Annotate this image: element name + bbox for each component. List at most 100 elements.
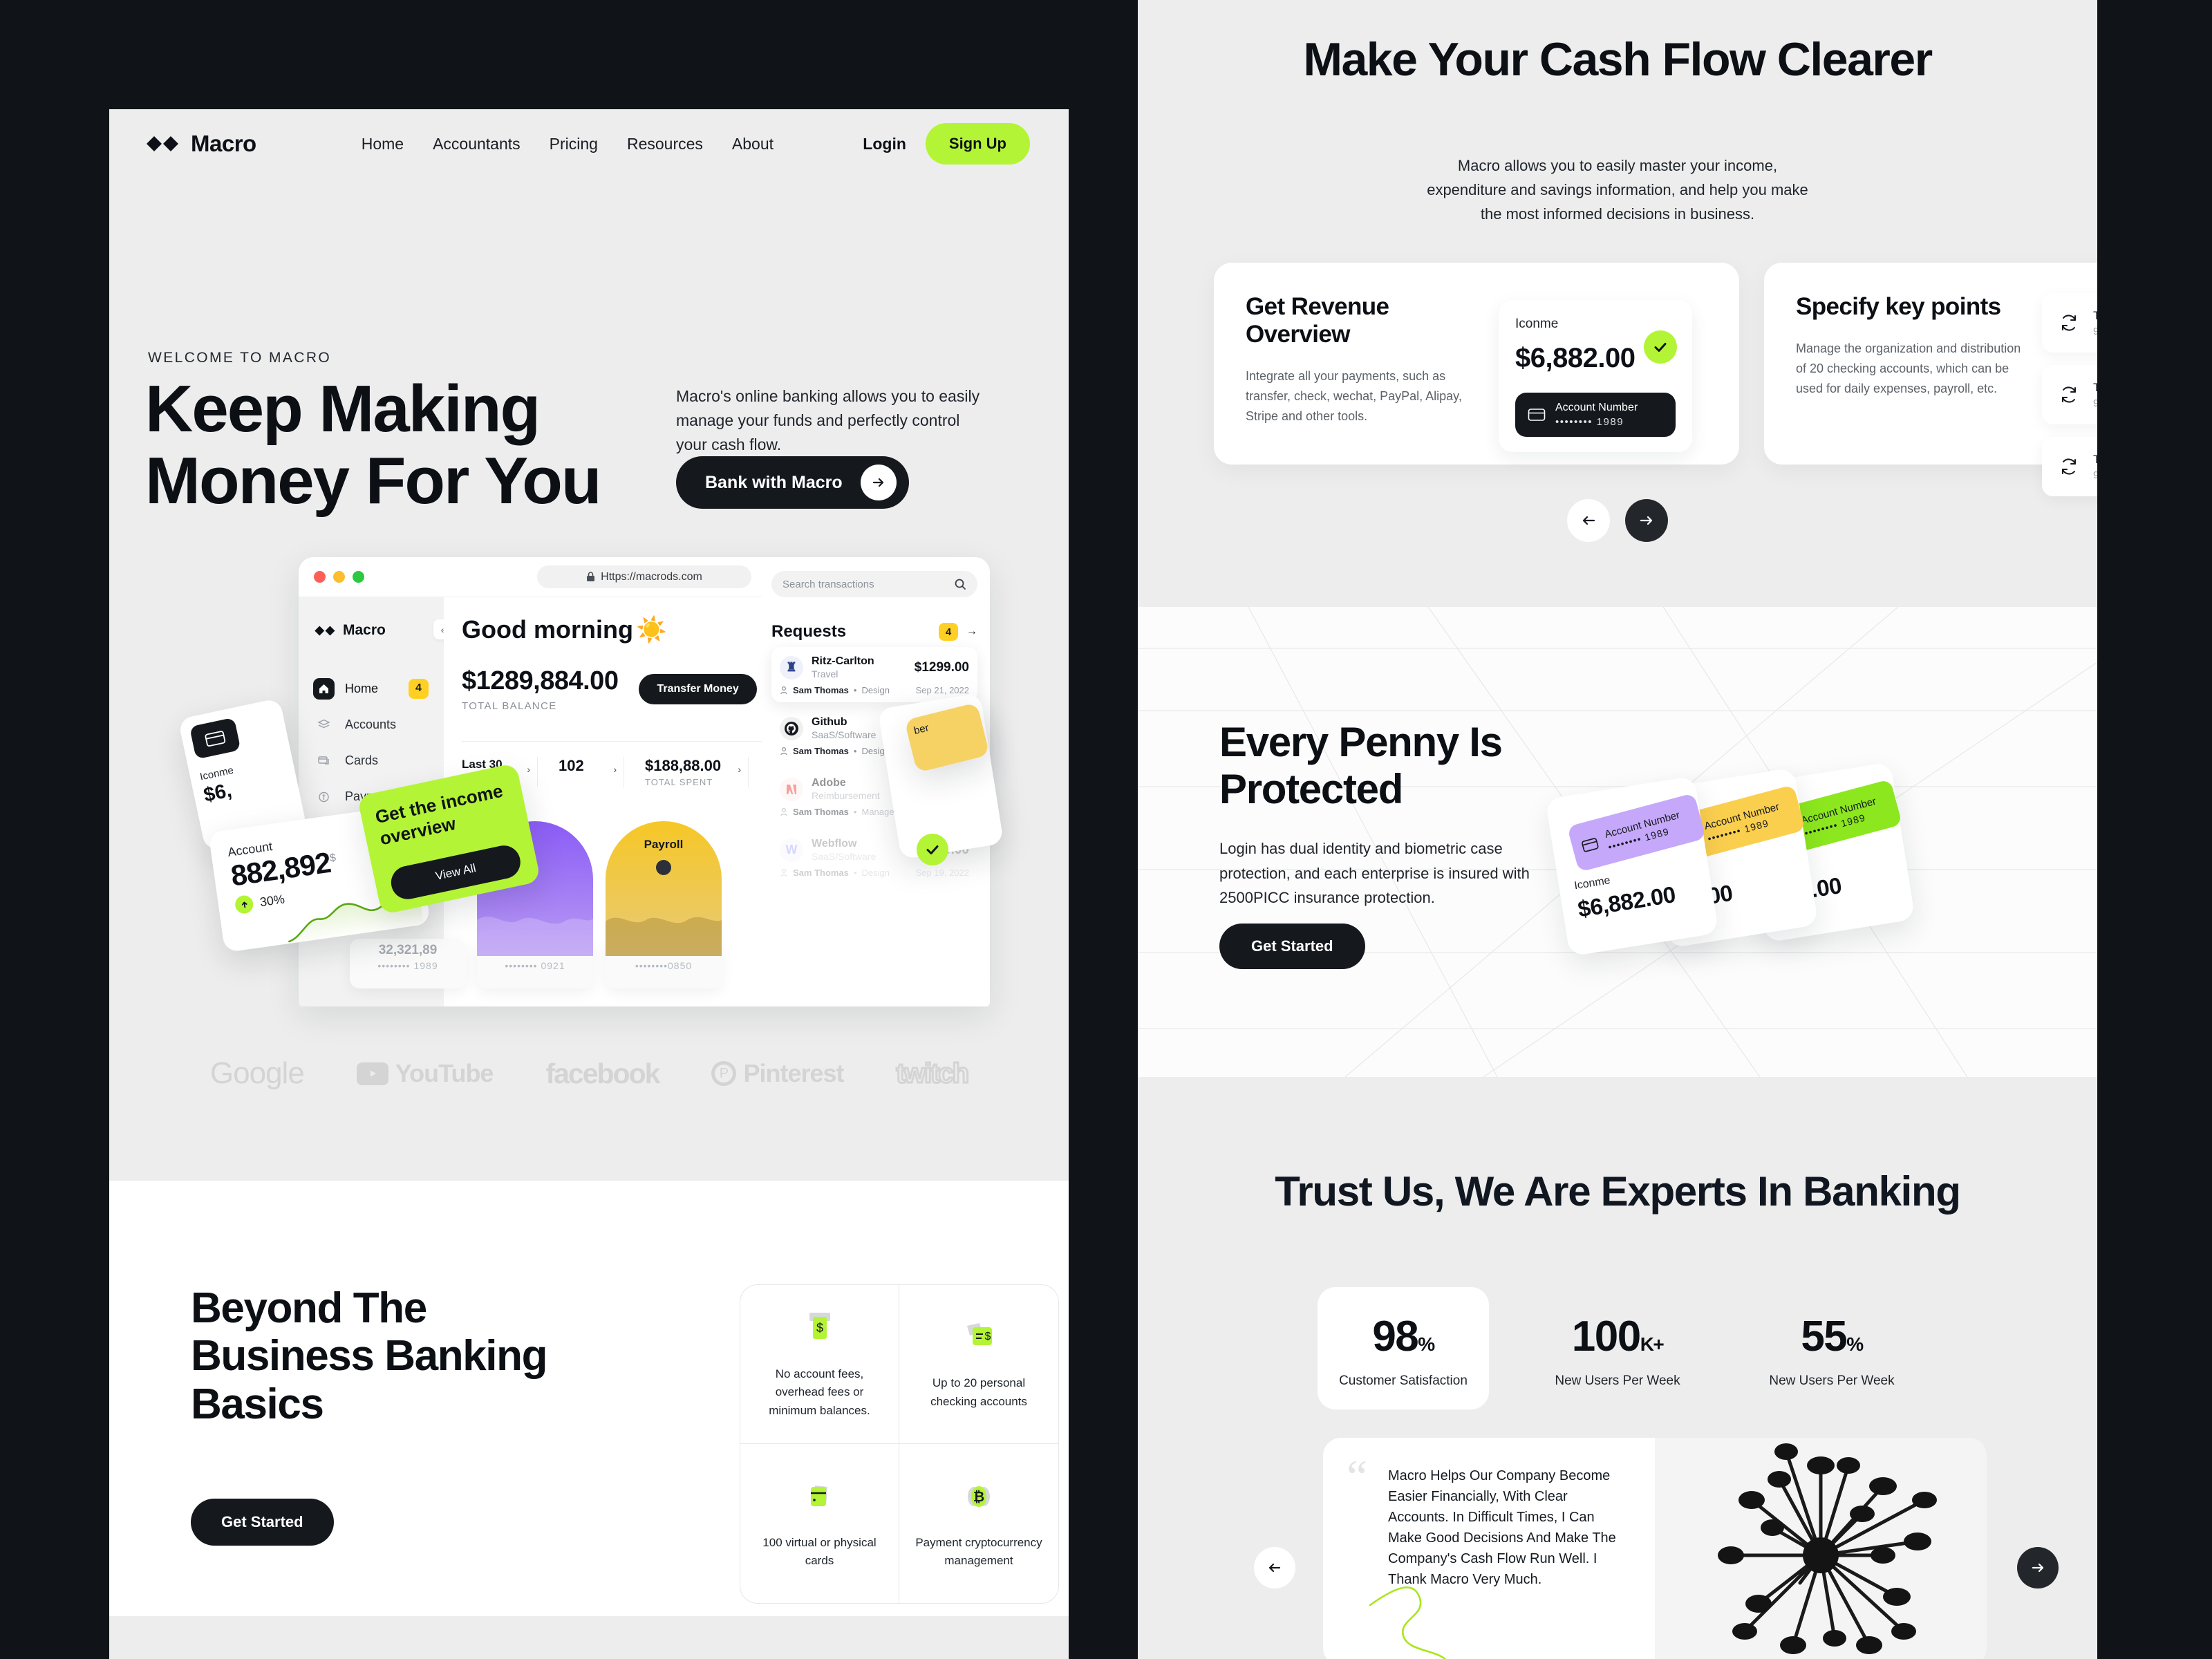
user-icon	[780, 686, 787, 695]
carousel-card-revenue[interactable]: Get Revenue Overview Integrate all your …	[1214, 263, 1739, 465]
macro-mark-icon	[147, 136, 178, 151]
carousel-next-button[interactable]	[1625, 499, 1668, 542]
pinterest-icon: P	[711, 1061, 737, 1086]
trust-stats: 98% Customer Satisfaction 100K+ New User…	[1318, 1287, 1918, 1409]
macro-mark-icon	[315, 626, 335, 635]
nav-item-resources[interactable]: Resources	[627, 135, 703, 153]
check-icon	[1644, 330, 1677, 364]
wave-icon	[606, 917, 722, 956]
transaction-role: Manager	[861, 807, 897, 817]
feature-text: Payment cryptocurrency management	[915, 1535, 1042, 1567]
feature-crypto: ₿ Payment cryptocurrency management	[899, 1444, 1058, 1603]
transaction-person: Sam Thomas	[793, 685, 849, 695]
url-bar[interactable]: Https://macrods.com	[537, 565, 751, 588]
close-dot-icon[interactable]	[314, 571, 326, 583]
requests-header: Requests 4 →	[771, 622, 977, 641]
keypoint-label: T	[2093, 452, 2097, 466]
protected-body: Login has dual identity and biometric ca…	[1219, 840, 1530, 907]
pie-chart-icon	[656, 860, 671, 875]
payments-icon	[313, 786, 335, 807]
sidebar-item-home[interactable]: Home 4	[299, 671, 444, 706]
brand-name: Macro	[191, 131, 256, 156]
account-mini-card: Iconme $6,882.00 Account Number ••••••••…	[1499, 300, 1692, 452]
arrow-right-icon[interactable]: →	[966, 626, 977, 638]
testimonial-text: Macro Helps Our Company Become Easier Fi…	[1388, 1468, 1616, 1587]
keypoint-number: 9	[2093, 397, 2097, 409]
account-number-strip: Account Number •••••••• 1989	[1515, 393, 1676, 437]
promo-text: Get the income overview	[373, 780, 505, 850]
card-body: Integrate all your payments, such as tra…	[1246, 369, 1462, 423]
testimonial-card: “ Macro Helps Our Company Become Easier …	[1323, 1438, 1987, 1659]
payroll-arch-graphic: Payroll	[606, 821, 722, 956]
feature-virtual-cards: 100 virtual or physical cards	[740, 1444, 899, 1603]
hero-cta-label: Bank with Macro	[705, 472, 843, 492]
testimonial-image	[1655, 1438, 1987, 1659]
google-logo: Google	[209, 1056, 305, 1090]
chevron-right-icon: ›	[613, 764, 617, 775]
sidebar-item-label: Accounts	[345, 717, 397, 731]
refresh-icon	[2062, 315, 2076, 331]
feature-text: No account fees, overhead fees or minimu…	[769, 1367, 870, 1417]
account-number: •••••••• 1989	[377, 960, 438, 971]
keypoint-label: T	[2093, 308, 2097, 322]
minimize-dot-icon[interactable]	[333, 571, 345, 583]
feature-checking-accounts: $ Up to 20 personal checking accounts	[899, 1285, 1058, 1444]
hero-eyebrow: WELCOME TO MACRO	[148, 350, 332, 366]
table-row[interactable]: ♜ Ritz-Carlton Travel $1299.00 Sam Thoma…	[771, 647, 977, 702]
layers-icon	[313, 714, 335, 735]
nav-item-home[interactable]: Home	[362, 135, 404, 153]
signup-button[interactable]: Sign Up	[925, 123, 1030, 165]
user-icon	[780, 807, 787, 816]
nav-item-about[interactable]: About	[732, 135, 774, 153]
login-link[interactable]: Login	[863, 135, 906, 153]
bank-with-macro-button[interactable]: Bank with Macro	[676, 456, 909, 509]
pinterest-logo: P Pinterest	[711, 1059, 845, 1088]
feature-no-fees: $ No account fees, overhead fees or mini…	[740, 1285, 899, 1444]
quote-icon: “	[1347, 1450, 1368, 1503]
credit-card-icon	[189, 717, 241, 760]
sun-icon: ☀️	[635, 615, 667, 644]
dashboard-brand: Macro	[314, 622, 444, 639]
check-dollar-icon: $	[967, 1323, 992, 1346]
stat-total-spent: $188,88.00 TOTAL SPENT ›	[645, 757, 749, 787]
header-actions: Login Sign Up	[863, 123, 1030, 165]
requests-title: Requests	[771, 622, 847, 641]
arrow-right-icon	[2032, 1563, 2044, 1573]
cashflow-title: Make Your Cash Flow Clearer	[1303, 33, 1933, 86]
keypoint-row: T 9	[2042, 293, 2097, 353]
cashflow-subtitle: Macro allows you to easily master your i…	[1427, 157, 1808, 223]
nav-item-accountants[interactable]: Accountants	[433, 135, 521, 153]
hero-subtitle: Macro's online banking allows you to eas…	[676, 387, 980, 453]
testimonial-next-button[interactable]	[2017, 1547, 2059, 1588]
nav-item-pricing[interactable]: Pricing	[550, 135, 598, 153]
twitch-logo: twitch	[895, 1057, 971, 1089]
carousel-nav	[1567, 499, 1668, 542]
protected-get-started-button[interactable]: Get Started	[1219, 924, 1365, 969]
chevron-right-icon: ›	[738, 764, 741, 775]
sidebar-item-accounts[interactable]: Accounts	[299, 706, 444, 742]
carousel-prev-button[interactable]	[1567, 499, 1610, 542]
brand-logo[interactable]: Macro	[145, 131, 256, 157]
stat-unit: %	[1418, 1333, 1435, 1355]
currency-symbol: $	[328, 852, 337, 865]
bitcoin-icon: ₿	[968, 1485, 990, 1507]
stat-unit: K+	[1640, 1333, 1665, 1355]
screenshot-stage: Macro Home Accountants Pricing Resources…	[0, 0, 2212, 1659]
sidebar-item-cards[interactable]: Cards	[299, 742, 444, 778]
merchant-category: SaaS/Software	[812, 729, 877, 740]
wallet-card-icon	[810, 1485, 827, 1506]
search-input[interactable]: Search transactions	[771, 571, 977, 597]
maximize-dot-icon[interactable]	[353, 571, 364, 583]
chevron-right-icon: ›	[527, 764, 530, 775]
stat-value: 55%	[1801, 1313, 1864, 1360]
transfer-money-button[interactable]: Transfer Money	[639, 674, 757, 704]
carousel-card-keypoints[interactable]: Specify key points Manage the organizati…	[1764, 263, 2097, 496]
transaction-person: Sam Thomas	[793, 807, 849, 817]
main-nav: Home Accountants Pricing Resources About	[362, 135, 774, 153]
merchant-category: SaaS/Software	[812, 851, 877, 862]
testimonial-prev-button[interactable]	[1254, 1547, 1295, 1588]
keypoint-number: 9	[2093, 469, 2097, 481]
get-started-button[interactable]: Get Started	[191, 1499, 334, 1546]
merchant-name: Adobe	[812, 777, 846, 789]
transaction-amount: $1299.00	[914, 659, 969, 675]
